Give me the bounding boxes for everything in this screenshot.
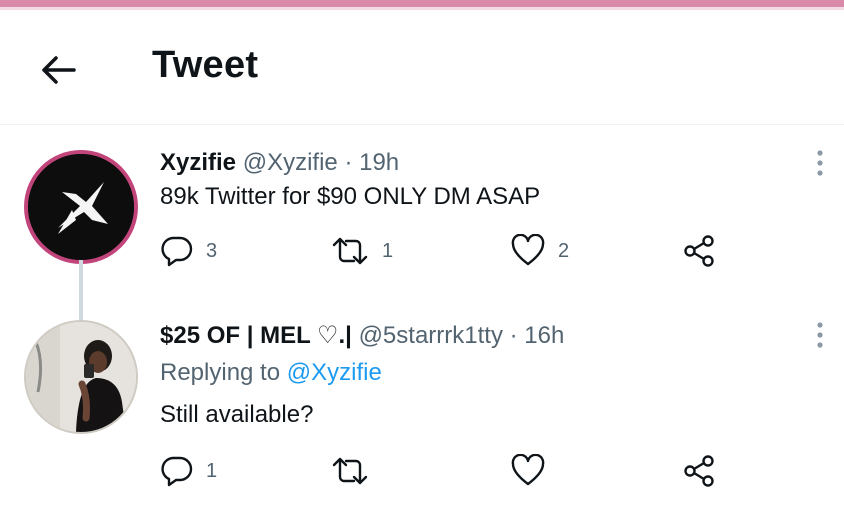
display-name[interactable]: $25 OF | MEL ♡.| [160,322,352,349]
retweet-button[interactable] [330,451,382,491]
tweet[interactable]: Xyzifie @Xyzifie · 19h 89k Twitter for $… [0,125,844,303]
reply-button[interactable]: 1 [160,451,217,491]
tweet-header: Xyzifie @Xyzifie · 19h [160,149,399,177]
tweet-actions: 3 1 2 [160,231,760,271]
tweet-text: Still available? [160,401,314,428]
reply-button[interactable]: 3 [160,231,217,271]
retweet-button[interactable]: 1 [330,231,393,271]
more-vertical-icon [817,322,823,348]
mention-link[interactable]: @Xyzifie [287,359,382,386]
more-vertical-icon [817,150,823,176]
page-header: Tweet [0,10,844,125]
retweet-icon [332,457,368,485]
back-button[interactable] [36,48,80,92]
separator-dot: · [509,322,518,349]
timestamp[interactable]: 16h [524,322,564,349]
tweet-reply[interactable]: $25 OF | MEL ♡.| @5starrrk1tty · 16h Rep… [0,303,844,522]
display-name[interactable]: Xyzifie [160,149,236,176]
retweet-icon [332,237,368,265]
share-button[interactable] [682,231,716,271]
like-count: 2 [558,239,570,262]
more-options-button[interactable] [808,143,832,183]
like-button[interactable]: 2 [510,231,569,271]
user-handle[interactable]: @5starrrk1tty [359,322,503,349]
tweet-text: 89k Twitter for $90 ONLY DM ASAP [160,183,541,210]
avatar[interactable] [24,320,138,434]
profile-photo [26,322,136,432]
retweet-count: 1 [382,239,394,262]
reply-count: 1 [206,459,218,482]
like-icon [511,454,545,486]
user-handle[interactable]: @Xyzifie [243,149,338,176]
tweet-header: $25 OF | MEL ♡.| @5starrrk1tty · 16h [160,321,564,350]
avatar[interactable] [24,150,138,264]
page-title: Tweet [152,44,259,86]
replying-to: Replying to @Xyzifie [160,359,382,387]
reply-count: 3 [206,239,218,262]
timestamp[interactable]: 19h [359,149,399,176]
top-accent-strip [0,0,844,7]
reply-icon [161,236,193,267]
reply-icon [161,456,193,487]
separator-dot: · [344,149,353,176]
replying-label: Replying to [160,359,281,386]
share-button[interactable] [682,451,716,491]
arrow-left-icon [42,56,76,84]
like-button[interactable] [510,451,558,491]
share-icon [684,235,714,267]
more-options-button[interactable] [808,315,832,355]
like-icon [511,234,545,266]
tweet-actions: 1 [160,451,760,491]
share-icon [684,455,714,487]
x-logo-icon [28,154,134,260]
